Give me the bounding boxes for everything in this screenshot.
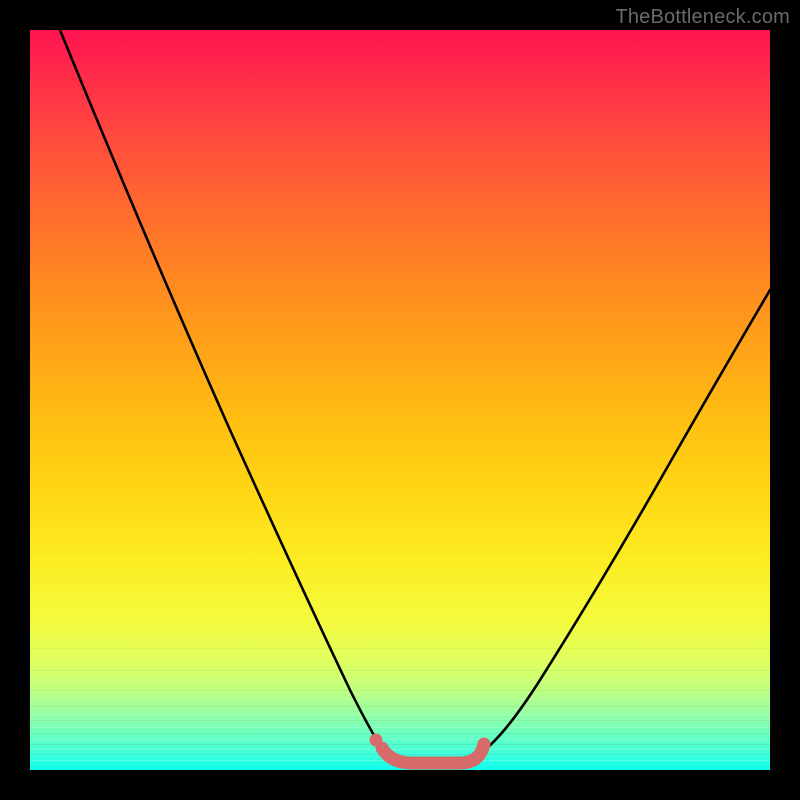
- band-line: [30, 670, 770, 671]
- band-line: [30, 739, 770, 740]
- band-line: [30, 648, 770, 649]
- band-line: [30, 706, 770, 707]
- band-line: [30, 659, 770, 660]
- band-line: [30, 714, 770, 715]
- chart-frame: TheBottleneck.com: [0, 0, 800, 800]
- band-line: [30, 749, 770, 750]
- band-line: [30, 690, 770, 691]
- band-line: [30, 754, 770, 755]
- band-line: [30, 733, 770, 734]
- band-line: [30, 637, 770, 638]
- watermark-text: TheBottleneck.com: [615, 6, 790, 29]
- band-line: [30, 681, 770, 682]
- plot-area: [30, 30, 770, 770]
- band-line: [30, 727, 770, 728]
- band-line: [30, 720, 770, 721]
- band-line: [30, 699, 770, 700]
- band-line: [30, 744, 770, 745]
- band-line: [30, 760, 770, 761]
